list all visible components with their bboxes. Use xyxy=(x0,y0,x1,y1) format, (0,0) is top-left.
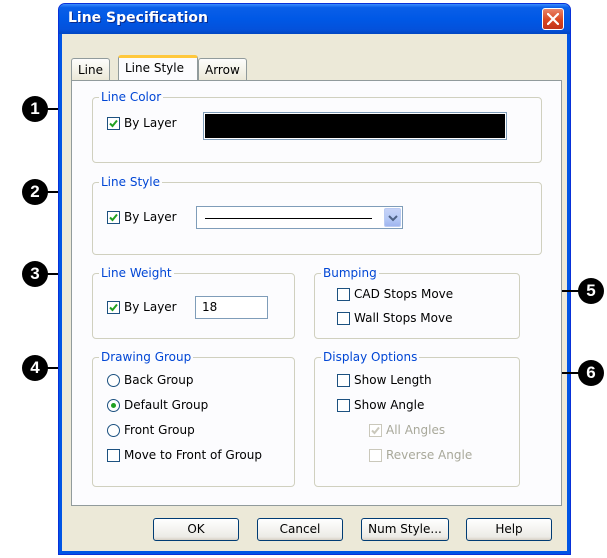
back-group-radio[interactable]: Back Group xyxy=(107,373,193,387)
line-style-by-layer-label: By Layer xyxy=(124,210,177,224)
close-button[interactable] xyxy=(542,8,564,30)
checkmark-icon xyxy=(371,426,380,434)
line-weight-group: Line Weight By Layer 18 xyxy=(92,266,295,339)
default-group-label: Default Group xyxy=(124,398,209,412)
move-to-front-label: Move to Front of Group xyxy=(124,448,262,462)
line-style-legend: Line Style xyxy=(99,175,162,189)
drawing-group-group: Drawing Group Back Group Default Group F… xyxy=(92,350,295,487)
line-color-by-layer-label: By Layer xyxy=(124,116,177,130)
line-weight-by-layer-label: By Layer xyxy=(124,300,177,314)
callout-2: 2 xyxy=(22,179,48,205)
cad-stops-move-label: CAD Stops Move xyxy=(354,287,454,301)
callout-3: 3 xyxy=(22,261,48,287)
show-angle-checkbox[interactable]: Show Angle xyxy=(337,398,424,412)
line-style-group: Line Style By Layer xyxy=(92,175,542,255)
checkbox-box xyxy=(369,423,382,437)
all-angles-checkbox: All Angles xyxy=(369,423,445,437)
checkbox-box[interactable] xyxy=(337,287,350,301)
line-color-legend: Line Color xyxy=(99,90,164,104)
radio-circle[interactable] xyxy=(107,398,120,412)
line-specification-dialog: Line Specification Line Line Style Arrow… xyxy=(58,3,571,555)
show-length-label: Show Length xyxy=(354,373,432,387)
title-bar[interactable]: Line Specification xyxy=(59,4,570,34)
cad-stops-move-checkbox[interactable]: CAD Stops Move xyxy=(337,287,453,301)
checkbox-box[interactable] xyxy=(107,116,120,130)
checkmark-icon xyxy=(109,303,118,311)
checkbox-box[interactable] xyxy=(337,373,350,387)
show-angle-label: Show Angle xyxy=(354,398,425,412)
reverse-angle-label: Reverse Angle xyxy=(386,448,473,462)
close-x-icon xyxy=(547,13,559,25)
all-angles-label: All Angles xyxy=(386,423,446,437)
help-button[interactable]: Help xyxy=(466,518,552,541)
cancel-button[interactable]: Cancel xyxy=(257,518,343,541)
show-length-checkbox[interactable]: Show Length xyxy=(337,373,432,387)
bumping-legend: Bumping xyxy=(321,266,379,280)
checkbox-box[interactable] xyxy=(337,398,350,412)
display-options-group: Display Options Show Length Show Angle A… xyxy=(314,350,520,487)
front-group-label: Front Group xyxy=(124,423,195,437)
checkbox-box[interactable] xyxy=(107,448,120,462)
tab-arrow[interactable]: Arrow xyxy=(198,58,247,80)
line-style-by-layer-checkbox[interactable]: By Layer xyxy=(107,210,177,224)
line-weight-by-layer-checkbox[interactable]: By Layer xyxy=(107,300,177,314)
drawing-group-legend: Drawing Group xyxy=(99,350,194,364)
front-group-radio[interactable]: Front Group xyxy=(107,423,195,437)
radio-circle[interactable] xyxy=(107,423,120,437)
chevron-down-icon xyxy=(388,215,398,222)
callout-6: 6 xyxy=(578,360,604,386)
line-weight-input[interactable]: 18 xyxy=(195,296,268,319)
display-options-legend: Display Options xyxy=(321,350,420,364)
checkbox-box[interactable] xyxy=(107,210,120,224)
checkmark-icon xyxy=(109,213,118,221)
checkbox-box[interactable] xyxy=(107,300,120,314)
checkmark-icon xyxy=(109,119,118,127)
tab-line[interactable]: Line xyxy=(71,58,111,80)
checkbox-box[interactable] xyxy=(337,311,350,325)
checkbox-box xyxy=(369,448,382,462)
ok-button[interactable]: OK xyxy=(153,518,239,541)
dialog-client-area: Line Line Style Arrow Line Color By Laye… xyxy=(63,34,566,550)
solid-line-preview xyxy=(205,218,372,219)
num-style-button[interactable]: Num Style... xyxy=(361,518,449,541)
move-to-front-checkbox[interactable]: Move to Front of Group xyxy=(107,448,262,462)
line-style-tab-panel: Line Color By Layer Line Style By Layer xyxy=(71,80,562,506)
callout-4: 4 xyxy=(22,355,48,381)
line-color-swatch-button[interactable] xyxy=(203,112,507,140)
dropdown-arrow-button[interactable] xyxy=(384,208,401,227)
radio-circle[interactable] xyxy=(107,373,120,387)
line-weight-legend: Line Weight xyxy=(99,266,174,280)
line-style-dropdown[interactable] xyxy=(196,206,403,229)
wall-stops-move-checkbox[interactable]: Wall Stops Move xyxy=(337,311,452,325)
wall-stops-move-label: Wall Stops Move xyxy=(354,311,453,325)
default-group-radio[interactable]: Default Group xyxy=(107,398,208,412)
line-color-group: Line Color By Layer xyxy=(92,90,542,163)
back-group-label: Back Group xyxy=(124,373,194,387)
line-color-by-layer-checkbox[interactable]: By Layer xyxy=(107,116,177,130)
tab-line-style[interactable]: Line Style xyxy=(118,55,198,80)
callout-5: 5 xyxy=(578,278,604,304)
radio-selected-dot xyxy=(111,402,116,408)
bumping-group: Bumping CAD Stops Move Wall Stops Move xyxy=(314,266,520,339)
dialog-title: Line Specification xyxy=(68,10,208,26)
reverse-angle-checkbox: Reverse Angle xyxy=(369,448,472,462)
callout-1: 1 xyxy=(22,96,48,122)
